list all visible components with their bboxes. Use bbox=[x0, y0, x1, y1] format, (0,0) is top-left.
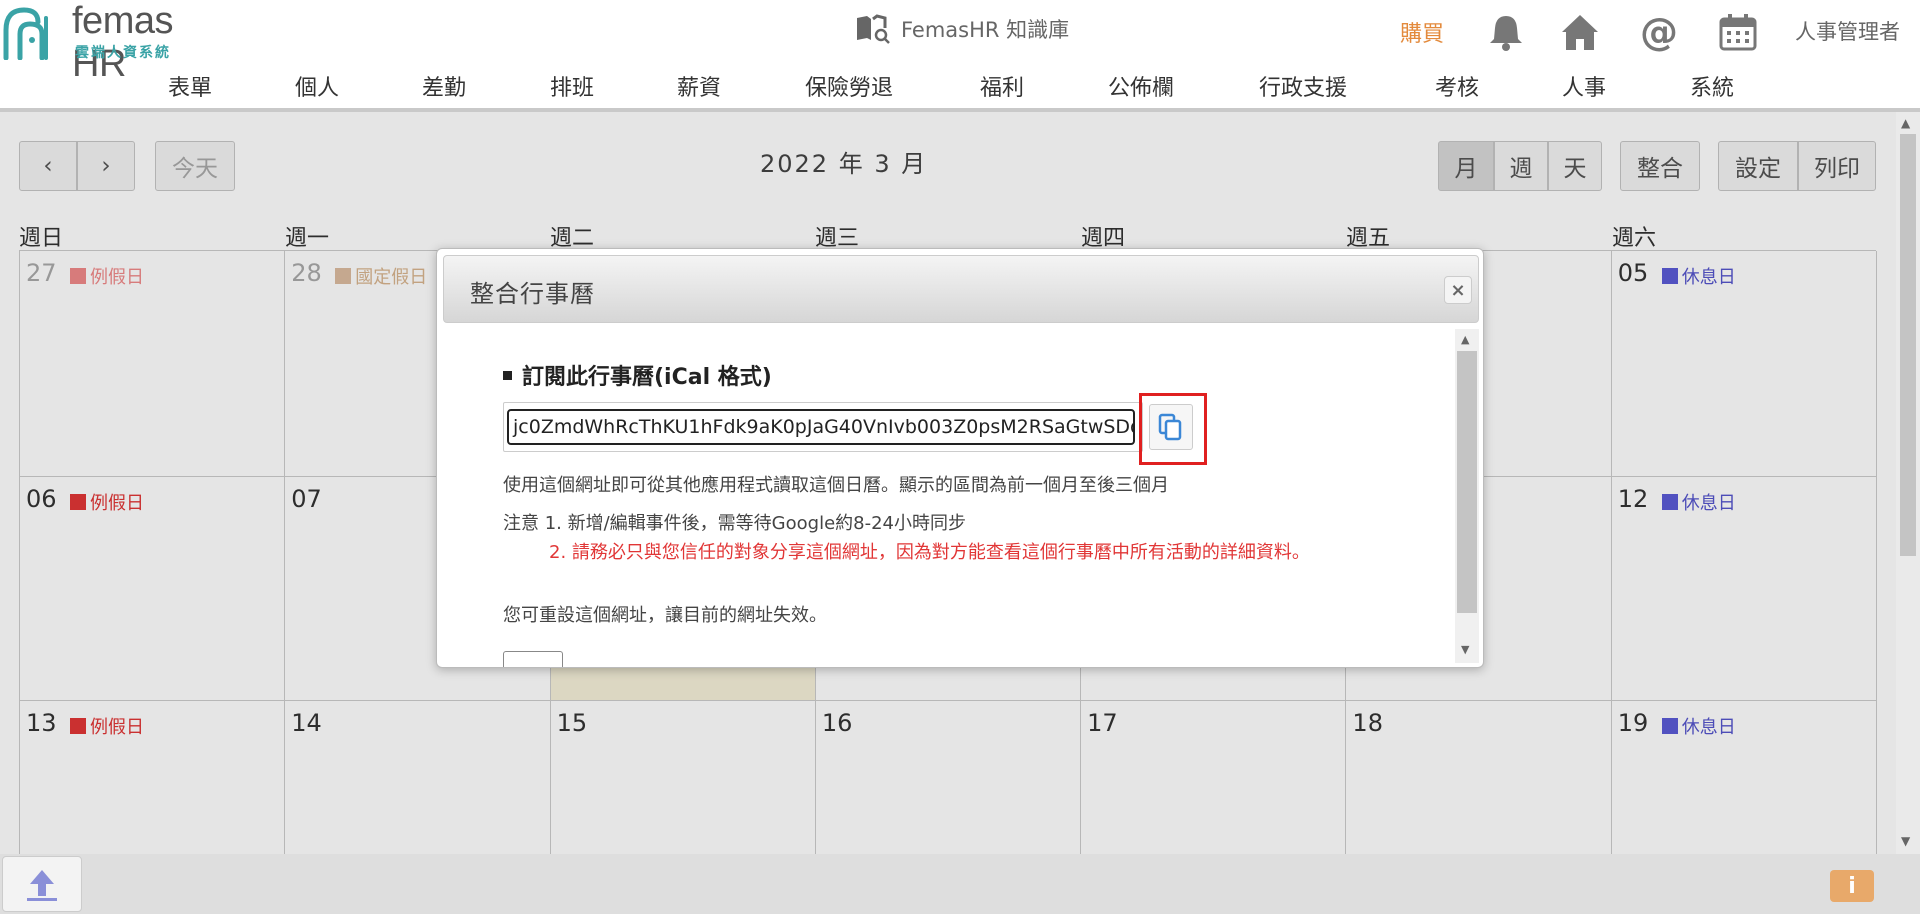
nav-item-personal[interactable]: 個人 bbox=[295, 70, 339, 102]
page-scrollbar[interactable]: ▲ ▼ bbox=[1896, 112, 1920, 854]
dialog-header: 整合行事曆 × bbox=[443, 255, 1479, 323]
reset-button[interactable] bbox=[503, 651, 563, 667]
bullet-icon bbox=[503, 370, 512, 380]
dialog-scroll-up-icon[interactable]: ▲ bbox=[1461, 333, 1469, 346]
dialog-scroll-thumb[interactable] bbox=[1457, 351, 1477, 613]
nav-item-evaluation[interactable]: 考核 bbox=[1435, 70, 1479, 102]
upload-icon bbox=[27, 870, 57, 901]
dialog-title: 整合行事曆 bbox=[470, 280, 595, 308]
description-text: 使用這個網址即可從其他應用程式讀取這個日曆。顯示的區間為前一個月至後三個月 bbox=[503, 475, 1169, 496]
nav-item-admin-support[interactable]: 行政支援 bbox=[1259, 70, 1347, 102]
bell-icon[interactable] bbox=[1486, 12, 1526, 52]
logo[interactable]: femas HR 雲端人資系統 bbox=[2, 0, 232, 85]
nav-item-scheduling[interactable]: 排班 bbox=[550, 70, 594, 102]
reset-description: 您可重設這個網址，讓目前的網址失效。 bbox=[503, 605, 827, 626]
nav-item-forms[interactable]: 表單 bbox=[168, 70, 212, 102]
info-button[interactable]: i bbox=[1830, 870, 1874, 902]
nav-item-system[interactable]: 系統 bbox=[1690, 70, 1734, 102]
logo-subtitle: 雲端人資系統 bbox=[75, 45, 171, 61]
integrate-calendar-dialog: 整合行事曆 × 訂閱此行事曆(iCal 格式) jc0ZmdWhRcThKU1h… bbox=[436, 248, 1484, 668]
nav-item-payroll[interactable]: 薪資 bbox=[677, 70, 721, 102]
subscribe-heading: 訂閱此行事曆(iCal 格式) bbox=[503, 359, 772, 391]
app-header: femas HR 雲端人資系統 FemasHR 知識庫 購買 @ 人事管理者 表… bbox=[0, 0, 1920, 112]
note-2-warning: 2. 請務必只與您信任的對象分享這個網址，因為對方能查看這個行事曆中所有活動的詳… bbox=[549, 542, 1310, 563]
knowledge-base-label: FemasHR 知識庫 bbox=[901, 18, 1070, 42]
nav-item-attendance[interactable]: 差勤 bbox=[422, 70, 466, 102]
user-name[interactable]: 人事管理者 bbox=[1795, 16, 1900, 46]
scroll-down-icon[interactable]: ▼ bbox=[1901, 834, 1910, 848]
bottom-bar bbox=[0, 854, 1920, 914]
close-icon[interactable]: × bbox=[1444, 276, 1472, 304]
knowledge-base-link[interactable]: FemasHR 知識庫 bbox=[855, 14, 1069, 44]
nav-item-hr[interactable]: 人事 bbox=[1562, 70, 1606, 102]
at-sign-icon[interactable]: @ bbox=[1638, 12, 1678, 52]
nav-item-welfare[interactable]: 福利 bbox=[980, 70, 1024, 102]
subscribe-heading-text: 訂閱此行事曆(iCal 格式) bbox=[522, 365, 772, 390]
home-icon[interactable] bbox=[1560, 12, 1600, 52]
book-search-icon bbox=[857, 14, 890, 44]
svg-text:@: @ bbox=[1640, 12, 1678, 52]
ical-url-field[interactable]: jc0ZmdWhRcThKU1hFdk9aK0pJaG40VnIvb003Z0p… bbox=[507, 409, 1135, 445]
buy-link[interactable]: 購買 bbox=[1400, 16, 1444, 48]
scroll-up-icon[interactable]: ▲ bbox=[1901, 116, 1910, 130]
logo-icon bbox=[3, 7, 48, 60]
dialog-body: 訂閱此行事曆(iCal 格式) jc0ZmdWhRcThKU1hFdk9aK0p… bbox=[437, 327, 1461, 667]
dialog-scrollbar[interactable]: ▲ ▼ bbox=[1455, 329, 1479, 663]
nav-item-bulletin[interactable]: 公佈欄 bbox=[1108, 70, 1174, 102]
note-1: 注意 1. 新增/編輯事件後，需等待Google約8-24小時同步 bbox=[503, 513, 967, 534]
nav-item-insurance[interactable]: 保險勞退 bbox=[805, 70, 893, 102]
main-nav: 表單 個人 差勤 排班 薪資 保險勞退 福利 公佈欄 行政支援 考核 人事 系統 bbox=[0, 68, 1920, 108]
highlight-box bbox=[1139, 393, 1207, 465]
upload-button[interactable] bbox=[2, 856, 82, 912]
dialog-scroll-down-icon[interactable]: ▼ bbox=[1461, 643, 1469, 656]
scroll-thumb[interactable] bbox=[1900, 134, 1916, 556]
calendar-icon[interactable] bbox=[1718, 12, 1758, 52]
